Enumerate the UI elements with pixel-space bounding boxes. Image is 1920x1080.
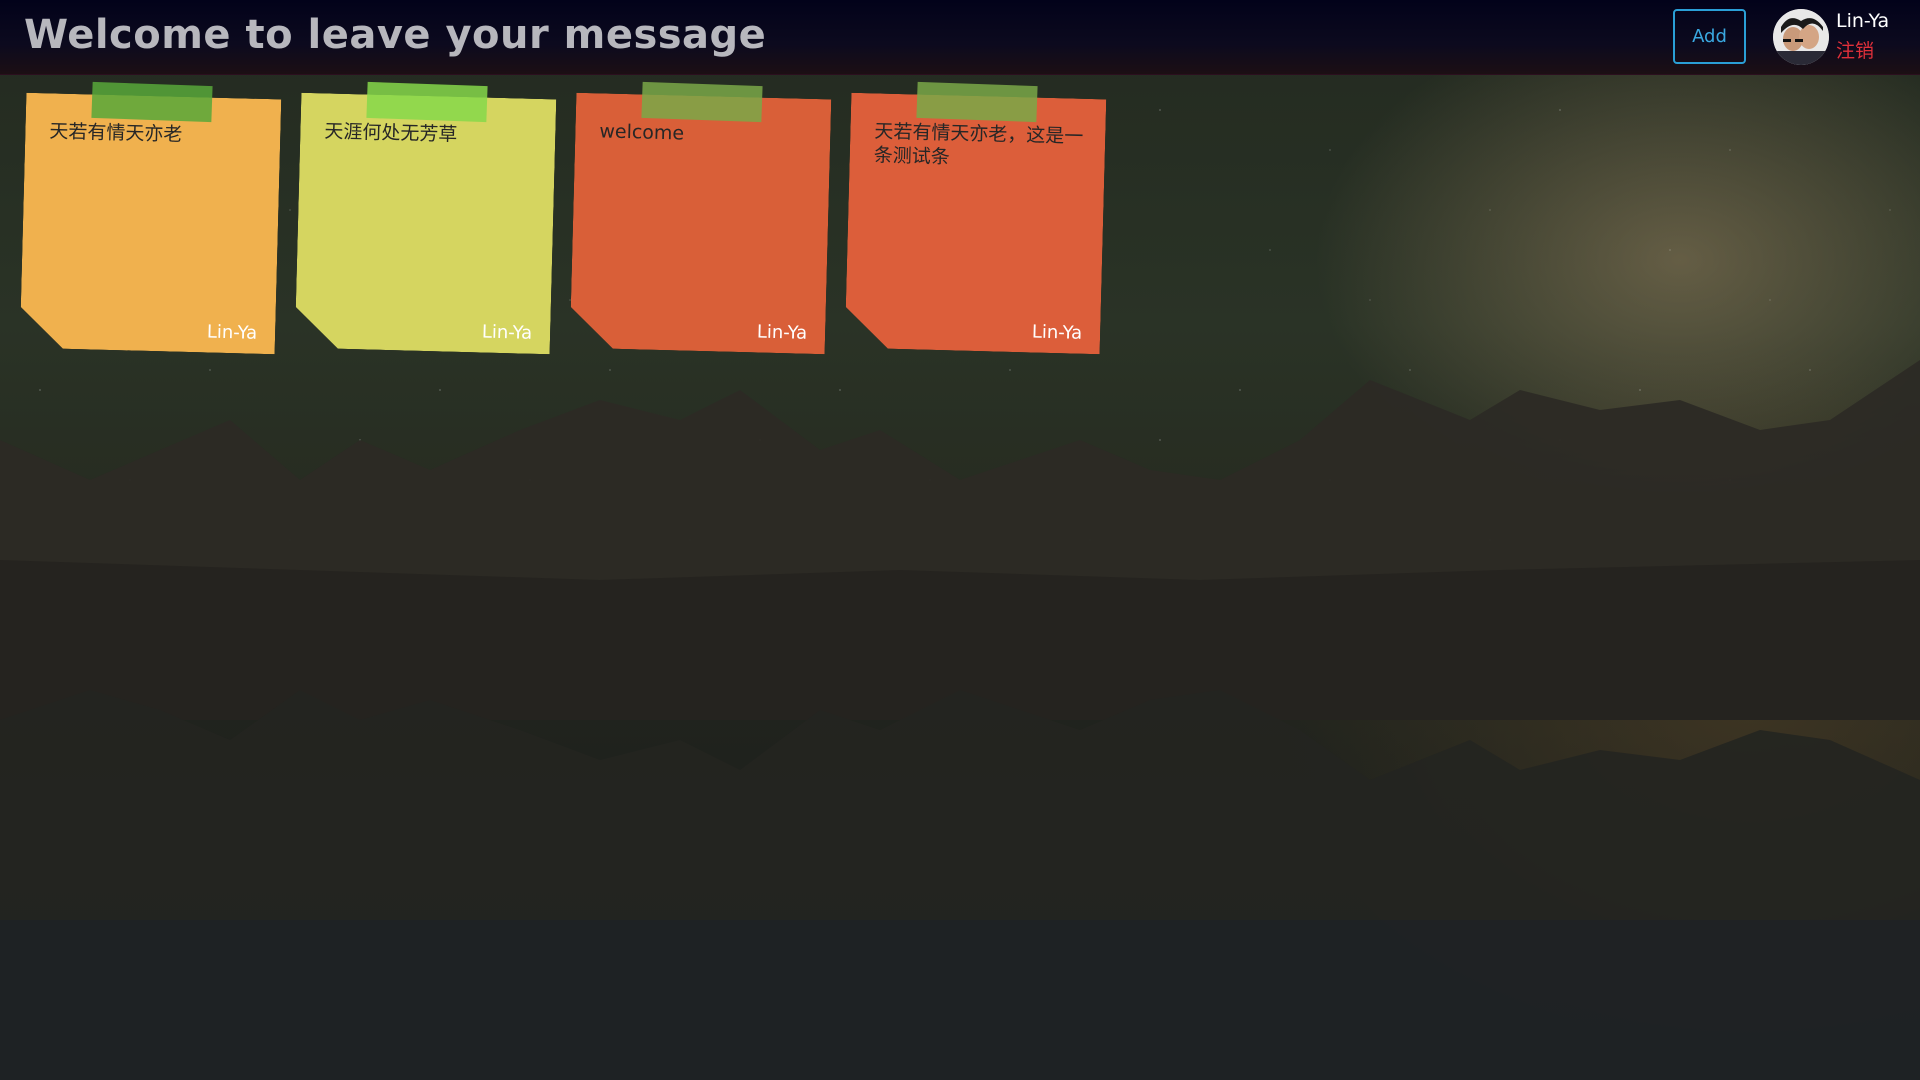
note-author: Lin-Ya <box>481 321 533 344</box>
note-tape <box>91 81 213 123</box>
note-tape <box>366 81 488 123</box>
message-note[interactable]: 天若有情天亦老 Lin-Ya <box>20 93 282 355</box>
logout-link[interactable]: 注销 <box>1836 36 1874 63</box>
message-note[interactable]: welcome Lin-Ya <box>570 93 832 355</box>
page-title: Welcome to leave your message <box>24 12 767 58</box>
avatar-photo-icon <box>1773 9 1829 65</box>
user-avatar[interactable] <box>1773 9 1829 65</box>
add-message-button[interactable]: Add <box>1673 9 1746 64</box>
note-text: 天若有情天亦老 <box>49 120 183 146</box>
mountain-landscape-background <box>0 360 1920 1080</box>
username-label: Lin-Ya <box>1836 10 1890 32</box>
note-tape <box>916 81 1038 123</box>
note-author: Lin-Ya <box>206 321 258 344</box>
note-tape <box>641 81 763 123</box>
top-header-bar: Welcome to leave your message Add Lin-Ya… <box>0 0 1920 75</box>
note-text: welcome <box>599 120 685 145</box>
note-text: 天若有情天亦老，这是一条测试条 <box>873 120 1084 169</box>
note-author: Lin-Ya <box>756 321 808 344</box>
note-text: 天涯何处无芳草 <box>324 120 458 146</box>
note-author: Lin-Ya <box>1031 321 1083 344</box>
message-note[interactable]: 天涯何处无芳草 Lin-Ya <box>295 93 557 355</box>
message-note[interactable]: 天若有情天亦老，这是一条测试条 Lin-Ya <box>845 93 1107 355</box>
